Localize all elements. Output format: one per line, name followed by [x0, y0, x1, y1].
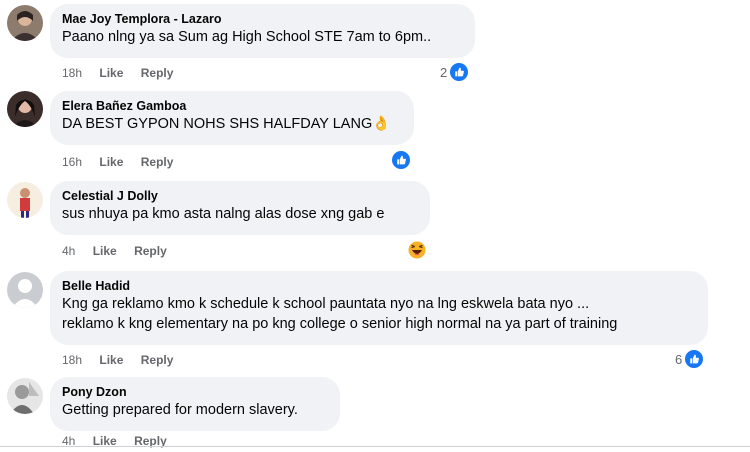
avatar[interactable] — [7, 182, 43, 218]
comment-author[interactable]: Celestial J Dolly — [62, 188, 418, 204]
reaction-count: 6 — [675, 351, 683, 367]
comment-bubble: Celestial J Dolly sus nhuya pa kmo asta … — [50, 181, 430, 235]
like-button[interactable]: Like — [99, 66, 123, 80]
comment-text: Kng ga reklamo kmo k schedule k school p… — [62, 296, 590, 312]
comment-text: Getting prepared for modern slavery. — [62, 402, 298, 418]
comment-text: sus nhuya pa kmo asta nalng alas dose xn… — [62, 206, 385, 222]
avatar[interactable] — [7, 378, 43, 414]
comment-actions: 4h Like Reply — [62, 244, 167, 258]
reaction-count: 2 — [440, 64, 448, 80]
like-button[interactable]: Like — [99, 353, 123, 367]
comment-actions: 18h Like Reply — [62, 353, 173, 367]
comment-actions: 16h Like Reply — [62, 155, 173, 169]
comment-author[interactable]: Mae Joy Templora - Lazaro — [62, 11, 463, 27]
comment-author[interactable]: Elera Bañez Gamboa — [62, 98, 402, 114]
comment-bubble: Mae Joy Templora - Lazaro Paano nlng ya … — [50, 4, 475, 58]
comment-time[interactable]: 18h — [62, 66, 82, 80]
comment-author[interactable]: Belle Hadid — [62, 278, 696, 294]
reaction-summary[interactable]: 2 — [440, 62, 470, 82]
comment-bubble: Pony Dzon Getting prepared for modern sl… — [50, 377, 340, 431]
comment-text: reklamo k kng elementary na po kng colle… — [62, 316, 618, 332]
like-icon — [449, 62, 470, 82]
haha-icon — [407, 240, 427, 260]
comment-bubble: Elera Bañez Gamboa DA BEST GYPON NOHS SH… — [50, 91, 414, 145]
reaction-summary[interactable] — [391, 150, 411, 170]
comment-time[interactable]: 18h — [62, 353, 82, 367]
reply-button[interactable]: Reply — [141, 155, 174, 169]
reaction-summary[interactable]: 6 — [675, 349, 705, 369]
comment-text: Paano nlng ya sa Sum ag High School STE … — [62, 29, 432, 45]
comment-author[interactable]: Pony Dzon — [62, 384, 328, 400]
avatar[interactable] — [7, 272, 43, 308]
like-icon — [684, 349, 705, 369]
avatar[interactable] — [7, 5, 43, 41]
reply-button[interactable]: Reply — [134, 244, 167, 258]
comment-text: DA BEST GYPON NOHS SHS HALFDAY LANG👌 — [62, 116, 391, 132]
like-button[interactable]: Like — [99, 155, 123, 169]
like-button[interactable]: Like — [93, 244, 117, 258]
comment-actions: 18h Like Reply — [62, 66, 173, 80]
reaction-summary[interactable] — [407, 240, 427, 260]
reply-button[interactable]: Reply — [141, 66, 174, 80]
comment-time[interactable]: 16h — [62, 155, 82, 169]
comment-bubble: Belle Hadid Kng ga reklamo kmo k schedul… — [50, 271, 708, 345]
reply-button[interactable]: Reply — [141, 353, 174, 367]
avatar[interactable] — [7, 91, 43, 127]
like-icon — [391, 150, 411, 170]
divider — [0, 446, 750, 447]
comment-time[interactable]: 4h — [62, 244, 75, 258]
